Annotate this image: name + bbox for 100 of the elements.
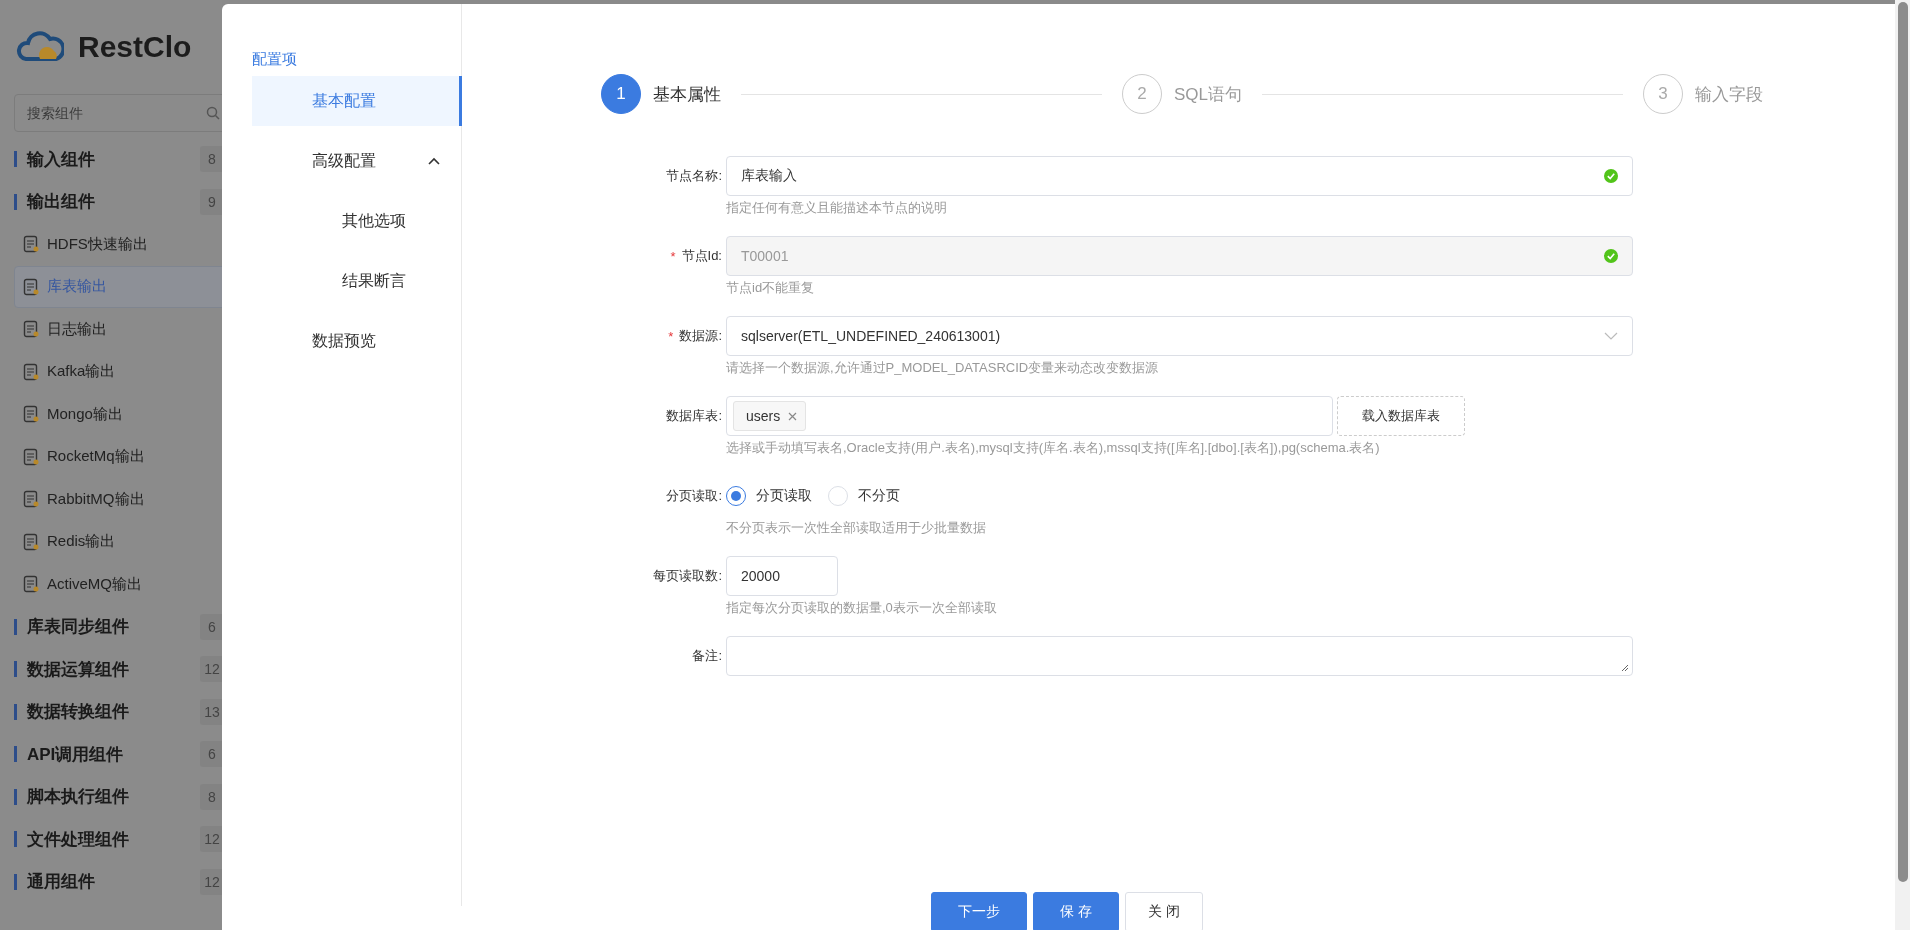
category-header[interactable]: 数据转换组件 13 [14, 690, 222, 733]
category-marker [14, 831, 17, 848]
component-name: HDFS快速输出 [47, 234, 148, 254]
category-header[interactable]: 输入组件 8 [14, 138, 222, 181]
tag-input-field[interactable]: users [726, 396, 1333, 436]
action-button[interactable]: 下一步 [931, 892, 1027, 930]
search-icon [206, 106, 220, 120]
count-badge: 12 [200, 868, 222, 895]
table-tag: users [733, 401, 807, 431]
nav-item[interactable]: 高级配置 [252, 136, 462, 186]
nav-item[interactable]: 数据预览 [252, 316, 462, 366]
category-header[interactable]: 输出组件 9 [14, 180, 222, 223]
chevron-down-icon [1604, 332, 1618, 340]
nav-item[interactable]: 基本配置 [252, 76, 462, 126]
count-badge: 8 [200, 146, 222, 173]
category-header[interactable]: 脚本执行组件 8 [14, 775, 222, 818]
category-marker [14, 788, 17, 805]
category-header[interactable]: 库表同步组件 6 [14, 605, 222, 648]
category-name: 数据转换组件 [27, 701, 130, 724]
component-item[interactable]: HDFS快速输出 [14, 223, 222, 266]
required-asterisk: * [670, 248, 676, 264]
category-header[interactable]: 数据运算组件 12 [14, 648, 222, 691]
component-name: 库表输出 [47, 277, 107, 297]
document-icon [23, 277, 39, 296]
document-icon [23, 575, 39, 594]
step-label: 基本属性 [653, 83, 721, 106]
component-item[interactable]: RabbitMQ输出 [14, 478, 222, 521]
count-badge: 12 [200, 826, 222, 853]
search-field[interactable]: 搜索组件 [14, 94, 222, 132]
document-icon [23, 235, 39, 254]
component-item[interactable]: RocketMq输出 [14, 435, 222, 478]
field-label: 数据库表: [666, 407, 722, 425]
select-field[interactable]: sqlserver(ETL_UNDEFINED_240613001) [726, 316, 1633, 356]
field-label: 每页读取数: [653, 567, 722, 585]
scrollbar-thumb[interactable] [1897, 2, 1908, 882]
category-header[interactable]: 通用组件 12 [14, 860, 222, 903]
action-button[interactable]: 保 存 [1033, 892, 1119, 930]
help-text: 指定任何有意义且能描述本节点的说明 [726, 199, 948, 217]
document-icon [23, 490, 39, 509]
resize-handle-icon [1621, 664, 1629, 672]
category-name: 输出组件 [27, 191, 96, 214]
radio-option[interactable]: 不分页 [828, 486, 900, 506]
category-name: 输入组件 [27, 148, 96, 171]
document-icon [23, 532, 39, 551]
component-item[interactable]: Redis输出 [14, 520, 222, 563]
success-check-icon [1604, 249, 1618, 263]
section-title: 配置项 [252, 48, 298, 69]
required-asterisk: * [668, 328, 674, 344]
document-icon [23, 320, 39, 339]
category-name: 数据运算组件 [27, 658, 130, 681]
load-tables-button[interactable]: 载入数据库表 [1337, 396, 1465, 436]
component-name: 日志输出 [47, 319, 107, 339]
caret-icon [428, 157, 440, 165]
step-label: SQL语句 [1174, 83, 1242, 106]
close-icon [788, 411, 798, 421]
count-badge: 6 [200, 613, 222, 640]
document-icon [23, 447, 39, 466]
action-button[interactable]: 关 闭 [1124, 892, 1203, 930]
category-header[interactable]: 文件处理组件 12 [14, 818, 222, 861]
component-item[interactable]: ActiveMQ输出 [14, 563, 222, 606]
success-check-icon [1604, 169, 1618, 183]
component-item[interactable]: Kafka输出 [14, 350, 222, 393]
component-name: Kafka输出 [47, 362, 116, 382]
category-marker [14, 151, 17, 168]
category-name: 脚本执行组件 [27, 786, 130, 809]
nav-item[interactable]: 其他选项 [252, 196, 462, 246]
radio-option[interactable]: 分页读取 [726, 486, 812, 506]
count-badge: 13 [200, 698, 222, 725]
component-name: Redis输出 [47, 532, 116, 552]
logo-text: RestClo [78, 30, 192, 64]
nav-item[interactable]: 结果断言 [252, 256, 462, 306]
component-item[interactable]: Mongo输出 [14, 393, 222, 436]
category-header[interactable]: API调用组件 6 [14, 733, 222, 776]
field-label: 备注: [692, 647, 722, 665]
step-label: 输入字段 [1695, 83, 1763, 106]
category-name: 库表同步组件 [27, 616, 130, 639]
scrollbar[interactable] [1895, 0, 1910, 930]
category-name: API调用组件 [27, 743, 125, 766]
category-marker [14, 618, 17, 635]
component-name: ActiveMQ输出 [47, 574, 142, 594]
count-badge: 9 [200, 188, 222, 215]
field-label: 数据源: [679, 327, 722, 345]
category-marker [14, 873, 17, 890]
document-icon [23, 405, 39, 424]
category-marker [14, 661, 17, 678]
number-field[interactable]: 20000 [726, 556, 838, 596]
component-name: RabbitMQ输出 [47, 489, 145, 509]
count-badge: 8 [200, 783, 222, 810]
step-number: 1 [601, 74, 641, 114]
help-text: 节点id不能重复 [726, 279, 816, 297]
component-name: Mongo输出 [47, 404, 123, 424]
category-name: 文件处理组件 [27, 828, 130, 851]
category-marker [14, 703, 17, 720]
document-icon [23, 362, 39, 381]
component-item[interactable]: 日志输出 [14, 308, 222, 351]
help-text: 选择或手动填写表名,Oracle支持(用户.表名),mysql支持(库名.表名),mssql支持([库名].[dbo].[表名]),pg(schema.表名) [726, 439, 1381, 457]
category-name: 通用组件 [27, 871, 96, 894]
count-badge: 12 [200, 656, 222, 683]
input-field[interactable]: 库表输入 [726, 156, 1633, 196]
count-badge: 6 [200, 741, 222, 768]
